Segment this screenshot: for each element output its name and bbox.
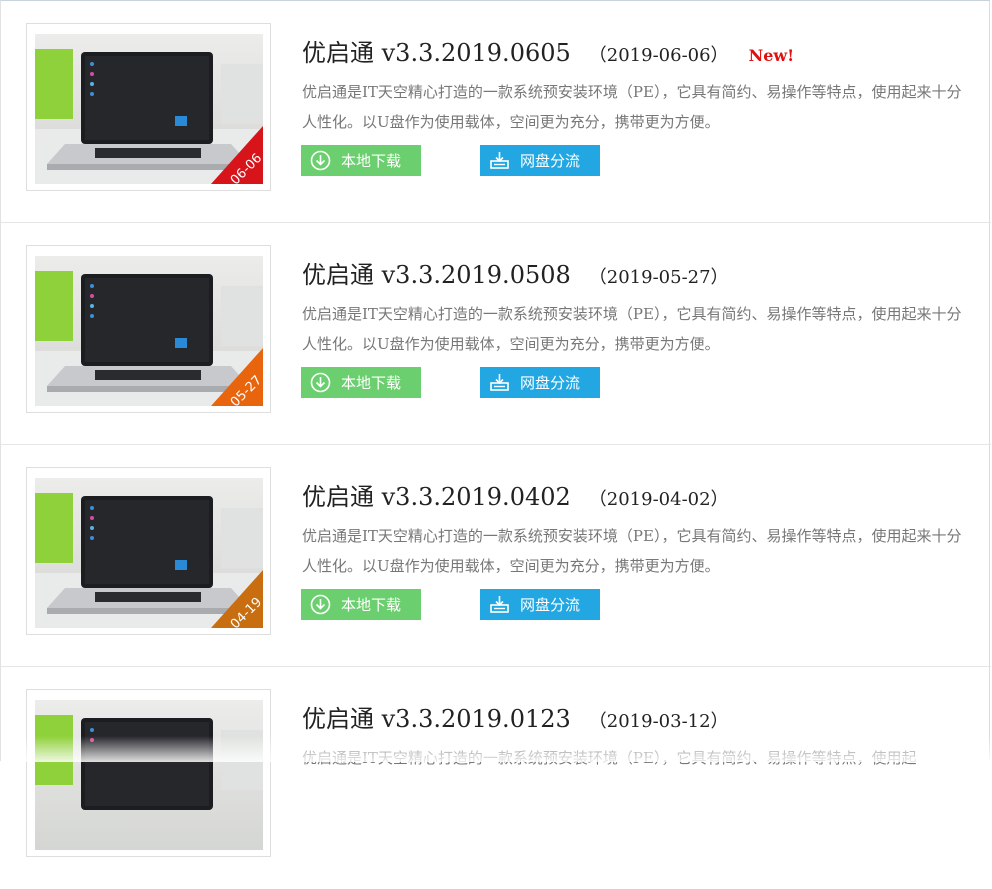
cloud-download-button[interactable]: 网盘分流: [480, 589, 600, 620]
cloud-download-label: 网盘分流: [520, 596, 581, 614]
release-name[interactable]: 优启通 v3.3.2019.0605: [302, 39, 571, 67]
download-list: 06-06 优启通 v3.3.2019.0605 （2019-06-06） New!…: [0, 0, 991, 857]
list-item: 优启通 v3.3.2019.0123（2019-03-12） 优启通是IT天空精…: [1, 667, 991, 889]
laptop-screenshot-image: [35, 700, 263, 850]
cloud-download-button[interactable]: 网盘分流: [480, 145, 600, 176]
release-date: （2019-05-27）: [588, 267, 729, 288]
download-circle-icon: [310, 150, 331, 171]
local-download-button[interactable]: 本地下载: [301, 589, 421, 620]
local-download-label: 本地下载: [341, 152, 402, 170]
release-title[interactable]: 优启通 v3.3.2019.0123 （2019-03-12）: [302, 699, 729, 733]
download-circle-icon: [310, 594, 331, 615]
release-description: 优启通是IT天空精心打造的一款系统预安装环境（PE），它具有简约、易操作等特点，…: [302, 83, 962, 131]
laptop-screenshot-image: 04-19: [35, 478, 263, 628]
download-circle-icon: [310, 372, 331, 393]
release-title[interactable]: 优启通 v3.3.2019.0402 （2019-04-02）: [302, 477, 729, 511]
bottom-fade: [1, 736, 991, 762]
release-description: 优启通是IT天空精心打造的一款系统预安装环境（PE），它具有简约、易操作等特点，…: [302, 527, 962, 575]
cloud-disk-icon: [489, 372, 510, 393]
local-download-label: 本地下载: [341, 374, 402, 392]
release-date: （2019-04-02）: [588, 489, 729, 510]
release-title[interactable]: 优启通 v3.3.2019.0605 （2019-06-06） New!: [302, 33, 794, 67]
local-download-button[interactable]: 本地下载: [301, 145, 421, 176]
release-title[interactable]: 优启通 v3.3.2019.0508 （2019-05-27）: [302, 255, 729, 289]
laptop-screenshot-image: 06-06: [35, 34, 263, 184]
cloud-disk-icon: [489, 594, 510, 615]
cloud-disk-icon: [489, 150, 510, 171]
laptop-screenshot-image: 05-27: [35, 256, 263, 406]
cloud-download-label: 网盘分流: [520, 374, 581, 392]
product-thumbnail[interactable]: 06-06: [26, 23, 271, 191]
release-name[interactable]: 优启通 v3.3.2019.0508: [302, 261, 571, 289]
release-date: （2019-06-06）: [588, 45, 729, 66]
new-badge: New!: [748, 46, 795, 65]
cloud-download-button[interactable]: 网盘分流: [480, 367, 600, 398]
product-thumbnail[interactable]: 04-19: [26, 467, 271, 635]
list-item: 04-19 优启通 v3.3.2019.0402 （2019-04-02） 优启通…: [1, 445, 991, 667]
list-item: 06-06 优启通 v3.3.2019.0605 （2019-06-06） New!…: [1, 1, 991, 223]
product-thumbnail[interactable]: [26, 689, 271, 857]
cloud-download-label: 网盘分流: [520, 152, 581, 170]
local-download-button[interactable]: 本地下载: [301, 367, 421, 398]
release-name[interactable]: 优启通 v3.3.2019.0402: [302, 483, 571, 511]
product-thumbnail[interactable]: 05-27: [26, 245, 271, 413]
release-description: 优启通是IT天空精心打造的一款系统预安装环境（PE），它具有简约、易操作等特点，…: [302, 305, 962, 353]
release-date: （2019-03-12）: [588, 711, 729, 732]
local-download-label: 本地下载: [341, 596, 402, 614]
list-item: 05-27 优启通 v3.3.2019.0508 （2019-05-27） 优启通…: [1, 223, 991, 445]
release-name[interactable]: 优启通 v3.3.2019.0123: [302, 705, 571, 733]
